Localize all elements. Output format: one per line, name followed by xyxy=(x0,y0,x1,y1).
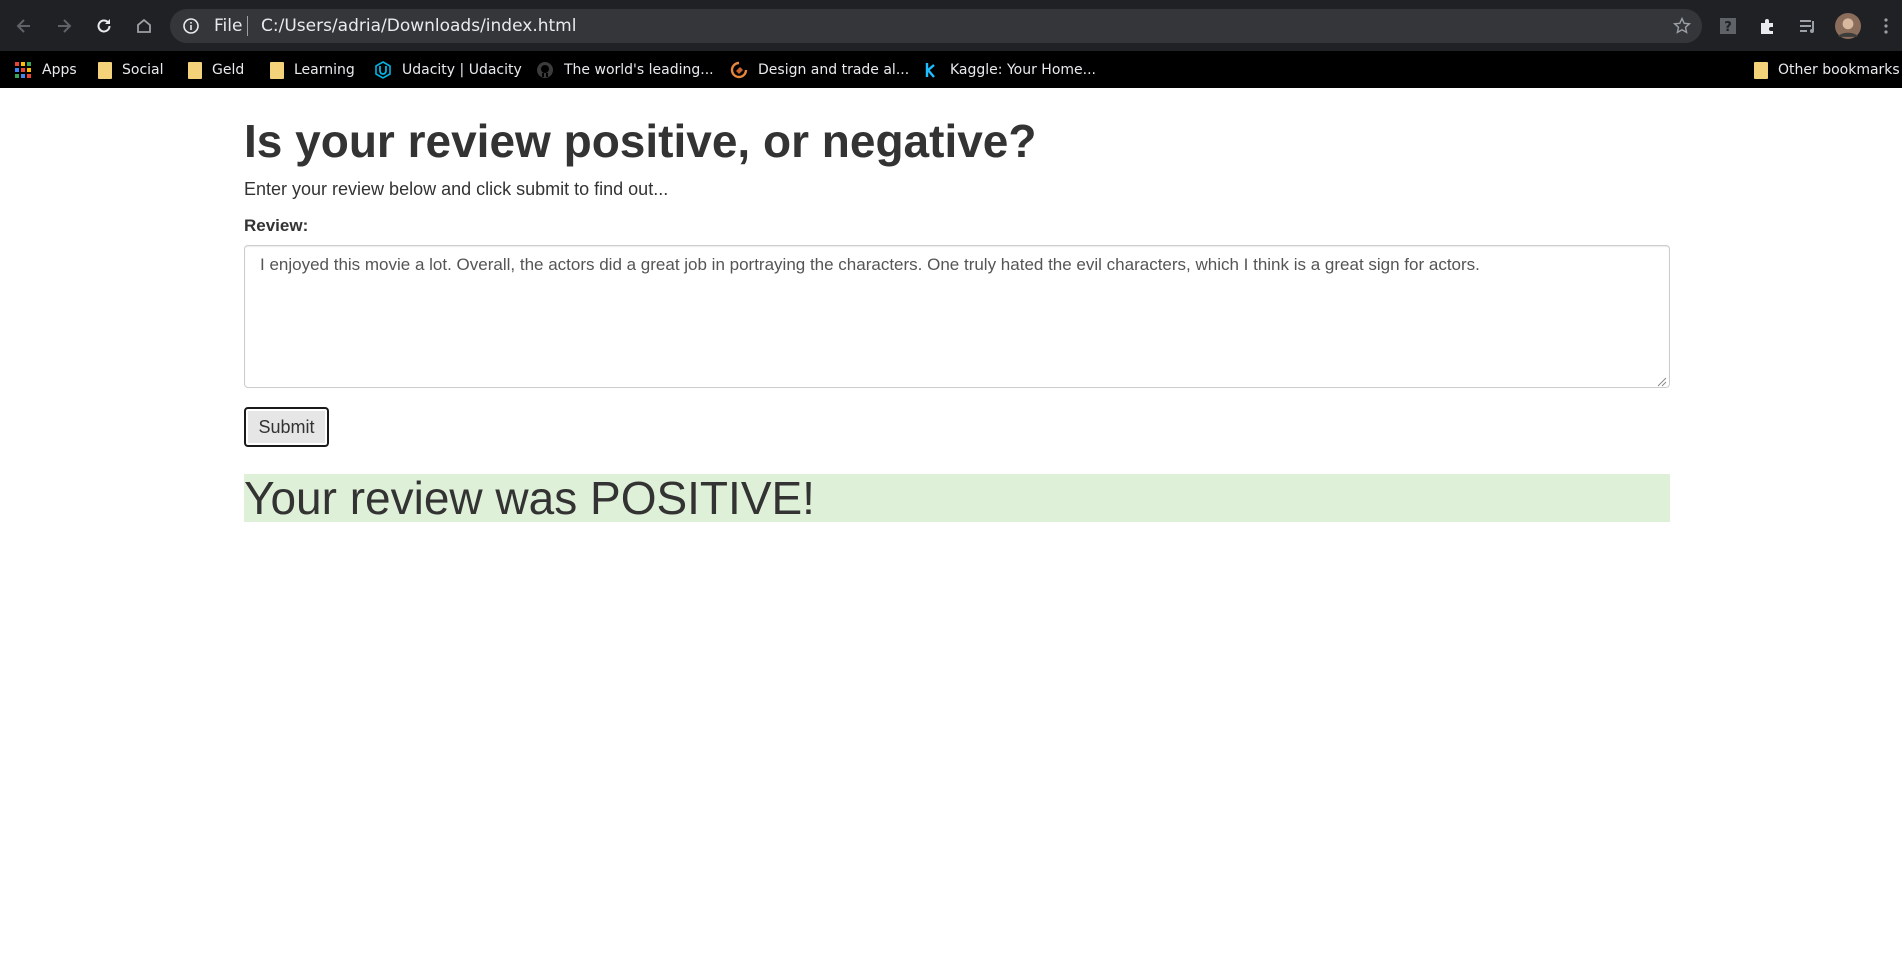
udacity-icon xyxy=(375,61,391,79)
bookmark-design[interactable]: Design and trade al... xyxy=(730,59,909,81)
bookmark-star-icon[interactable] xyxy=(1672,16,1692,36)
svg-text:?: ? xyxy=(1724,20,1732,35)
bookmark-label: Design and trade al... xyxy=(758,62,910,78)
bookmark-udacity[interactable]: Udacity | Udacity xyxy=(374,59,522,81)
apps-grid-icon xyxy=(15,62,31,78)
bookmark-label: Apps xyxy=(42,62,77,78)
question-mark-icon: ? xyxy=(1720,18,1736,35)
file-scheme-chip: File xyxy=(214,16,243,36)
omnibox-separator xyxy=(247,16,248,36)
review-label: Review: xyxy=(244,216,309,235)
bookmark-label: Learning xyxy=(294,62,355,78)
bookmark-label: Kaggle: Your Home... xyxy=(950,62,1096,78)
profile-avatar[interactable] xyxy=(1832,10,1864,42)
bookmark-label: Other bookmarks xyxy=(1778,62,1900,78)
home-icon xyxy=(137,18,151,33)
media-control-button[interactable] xyxy=(1792,10,1824,42)
review-textarea[interactable]: I enjoyed this movie a lot. Overall, the… xyxy=(244,245,1670,388)
url-text[interactable]: C:/Users/adria/Downloads/index.html xyxy=(261,16,576,36)
puzzle-piece-icon xyxy=(1761,19,1773,34)
browser-menu-button[interactable] xyxy=(1872,10,1900,42)
folder-icon xyxy=(1754,61,1768,79)
resize-handle-icon[interactable] xyxy=(1655,375,1667,387)
profile-avatar-icon xyxy=(1835,13,1861,39)
github-icon xyxy=(537,62,553,78)
help-extension-button[interactable]: ? xyxy=(1712,10,1744,42)
folder-icon xyxy=(98,61,112,79)
reload-icon xyxy=(97,19,111,33)
folder-icon xyxy=(188,61,202,79)
bookmarks-bar: Apps Social Geld Learning Udacity | Udac… xyxy=(0,51,1902,88)
reload-button[interactable] xyxy=(88,10,120,42)
submit-button[interactable]: Submit xyxy=(244,407,329,447)
bookmark-label: Geld xyxy=(212,62,245,78)
result-banner: Your review was POSITIVE! xyxy=(244,474,1670,522)
media-queue-icon xyxy=(1800,20,1814,33)
bookmark-label: The world's leading... xyxy=(564,62,714,78)
bookmark-apps[interactable]: Apps xyxy=(14,59,77,81)
browser-toolbar: File C:/Users/adria/Downloads/index.html… xyxy=(0,0,1902,51)
forward-arrow-icon xyxy=(58,19,72,33)
design-logo-icon xyxy=(730,61,748,79)
kebab-menu-icon xyxy=(1884,18,1888,34)
page-viewport: Is your review positive, or negative? En… xyxy=(0,88,1902,967)
bookmark-label: Udacity | Udacity xyxy=(402,62,522,78)
back-arrow-icon xyxy=(16,19,30,33)
bookmark-github[interactable]: The world's leading... xyxy=(536,59,714,81)
intro-text: Enter your review below and click submit… xyxy=(244,179,669,199)
page-title: Is your review positive, or negative? xyxy=(244,115,1037,167)
bookmark-folder-geld[interactable]: Geld xyxy=(188,59,244,81)
bookmark-label: Social xyxy=(122,62,164,78)
folder-icon xyxy=(270,61,284,79)
forward-button[interactable] xyxy=(48,10,80,42)
back-button[interactable] xyxy=(8,10,40,42)
address-bar[interactable]: File C:/Users/adria/Downloads/index.html xyxy=(170,9,1702,43)
home-button[interactable] xyxy=(128,10,160,42)
bookmark-folder-social[interactable]: Social xyxy=(98,59,164,81)
bookmark-kaggle[interactable]: Kaggle: Your Home... xyxy=(922,59,1096,81)
bookmark-folder-learning[interactable]: Learning xyxy=(270,59,355,81)
bookmark-folder-other[interactable]: Other bookmarks xyxy=(1754,59,1900,81)
extensions-button[interactable] xyxy=(1752,10,1784,42)
kaggle-icon xyxy=(925,63,935,78)
info-icon[interactable] xyxy=(182,17,200,35)
